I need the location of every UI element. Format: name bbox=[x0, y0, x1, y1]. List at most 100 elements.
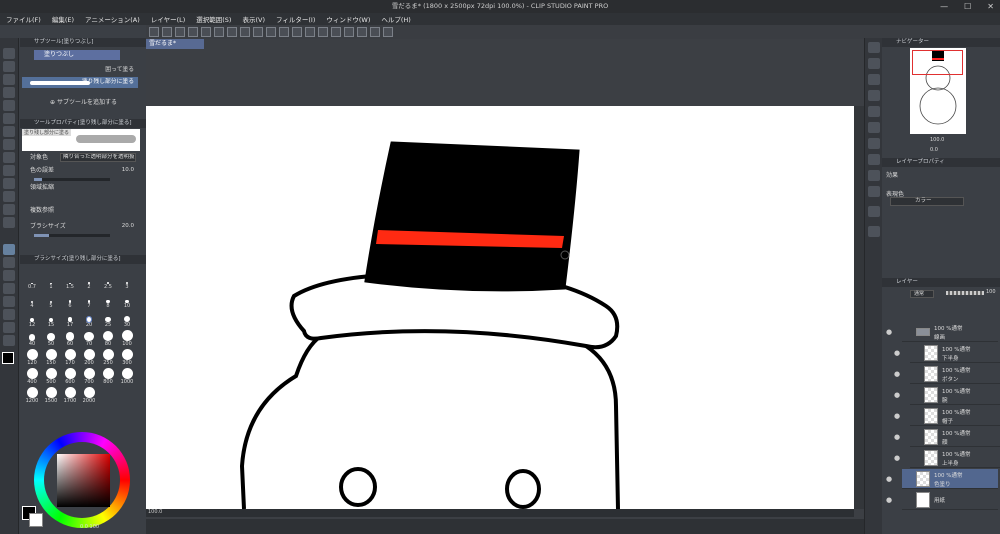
snap-ruler-icon[interactable] bbox=[318, 27, 328, 37]
layer-row[interactable]: ● 用紙 bbox=[886, 490, 998, 510]
brush-size-option[interactable]: 300 bbox=[118, 349, 136, 366]
menu-file[interactable]: ファイル(F) bbox=[6, 14, 41, 24]
material-5-icon[interactable] bbox=[868, 138, 880, 149]
snap-grid-icon[interactable] bbox=[331, 27, 341, 37]
navigator-thumbnail[interactable] bbox=[910, 48, 966, 134]
brush-size-option[interactable]: 170 bbox=[61, 349, 79, 366]
menu-filter[interactable]: フィルター(I) bbox=[276, 14, 315, 24]
blend-tool-icon[interactable] bbox=[3, 204, 15, 215]
brush-size-option[interactable]: 1000 bbox=[118, 368, 136, 385]
add-subtool-button[interactable]: ⊕ サブツールを追加する bbox=[50, 97, 117, 106]
material-8-icon[interactable] bbox=[868, 186, 880, 197]
layer-row[interactable]: ● 100 %通常腕 bbox=[894, 385, 1000, 405]
menu-help[interactable]: ヘルプ(H) bbox=[381, 14, 410, 24]
correct-line-tool-icon[interactable] bbox=[3, 335, 15, 346]
eraser-tool-icon[interactable] bbox=[3, 191, 15, 202]
brush-size-option[interactable]: 2000 bbox=[80, 387, 98, 404]
save-icon[interactable] bbox=[175, 27, 185, 37]
brush-size-option[interactable]: 100 bbox=[118, 330, 136, 347]
gradient-tool-icon[interactable] bbox=[3, 257, 15, 268]
material-6-icon[interactable] bbox=[868, 154, 880, 165]
brush-size-option[interactable]: 800 bbox=[99, 368, 117, 385]
ruler-tool-icon[interactable] bbox=[3, 296, 15, 307]
brush-size-value[interactable]: 20.0 bbox=[122, 221, 134, 232]
settings-icon[interactable] bbox=[383, 27, 393, 37]
brush-size-option[interactable]: 10 bbox=[118, 292, 136, 309]
sub-color-swatch[interactable] bbox=[29, 513, 43, 527]
brush-size-option[interactable]: 15 bbox=[42, 311, 60, 328]
horizontal-scrollbar[interactable]: 100.0 bbox=[146, 509, 854, 517]
brush-size-option[interactable]: 250 bbox=[99, 349, 117, 366]
tolerance-value[interactable]: 10.0 bbox=[122, 165, 134, 176]
brush-size-option[interactable]: 3 bbox=[118, 273, 136, 290]
brush-size-option[interactable]: 400 bbox=[23, 368, 41, 385]
material-7-icon[interactable] bbox=[868, 170, 880, 181]
document-tab[interactable]: 雪だるま* bbox=[146, 39, 204, 49]
figure-tool-icon[interactable] bbox=[3, 270, 15, 281]
brush-size-slider[interactable] bbox=[34, 234, 110, 237]
navigator-icon[interactable] bbox=[868, 42, 880, 53]
visibility-eye-icon[interactable]: ● bbox=[894, 412, 900, 420]
brush-size-option[interactable]: 600 bbox=[61, 368, 79, 385]
navigator-angle-value[interactable]: 0.0 bbox=[930, 147, 938, 153]
layer-folder[interactable]: ● 100 %通常 線画 bbox=[886, 322, 998, 342]
visibility-eye-icon[interactable]: ● bbox=[886, 496, 892, 504]
expand-label[interactable]: 領域拡縮 bbox=[30, 182, 54, 193]
visibility-eye-icon[interactable]: ● bbox=[894, 370, 900, 378]
brush-size-option[interactable]: 12 bbox=[23, 311, 41, 328]
brush-size-option[interactable]: 25 bbox=[99, 311, 117, 328]
airbrush-tool-icon[interactable] bbox=[3, 165, 15, 176]
brush-size-option[interactable]: 80 bbox=[99, 330, 117, 347]
brush-size-option[interactable]: 1200 bbox=[23, 387, 41, 404]
material-3-icon[interactable] bbox=[868, 106, 880, 117]
hand-tool-icon[interactable] bbox=[3, 61, 15, 72]
visibility-eye-icon[interactable]: ● bbox=[894, 391, 900, 399]
brush-size-option[interactable]: 120 bbox=[23, 349, 41, 366]
canvas[interactable] bbox=[146, 106, 854, 510]
brush-size-option[interactable]: 200 bbox=[80, 349, 98, 366]
visibility-eye-icon[interactable]: ● bbox=[894, 454, 900, 462]
eyedropper-icon[interactable] bbox=[3, 113, 15, 124]
brush-size-option[interactable]: 70 bbox=[80, 330, 98, 347]
color-square[interactable] bbox=[57, 454, 110, 507]
pen-icon[interactable] bbox=[370, 27, 380, 37]
menu-selection[interactable]: 選択範囲(S) bbox=[196, 14, 231, 24]
material-10-icon[interactable] bbox=[868, 226, 880, 237]
brush-size-option[interactable]: 0.7 bbox=[23, 273, 41, 290]
menu-edit[interactable]: 編集(E) bbox=[52, 14, 74, 24]
invert-selection-icon[interactable] bbox=[305, 27, 315, 37]
multi-ref-label[interactable]: 複数参照 bbox=[30, 205, 54, 216]
frame-tool-icon[interactable] bbox=[3, 283, 15, 294]
brush-size-option[interactable]: 4 bbox=[23, 292, 41, 309]
selection-tool-icon[interactable] bbox=[3, 217, 15, 228]
close-button[interactable]: ✕ bbox=[987, 2, 994, 11]
visibility-eye-icon[interactable]: ● bbox=[886, 475, 892, 483]
brush-size-option[interactable]: 5 bbox=[42, 292, 60, 309]
redo-icon[interactable] bbox=[214, 27, 224, 37]
brush-size-option[interactable]: 30 bbox=[118, 311, 136, 328]
brush-size-option[interactable]: 2 bbox=[80, 273, 98, 290]
select-all-icon[interactable] bbox=[292, 27, 302, 37]
visibility-eye-icon[interactable]: ● bbox=[894, 349, 900, 357]
material-2-icon[interactable] bbox=[868, 90, 880, 101]
brush-tool-icon[interactable] bbox=[3, 152, 15, 163]
layer-row[interactable]: ● 100 %通常 帽子 bbox=[894, 406, 1000, 426]
sub-view-icon[interactable] bbox=[868, 58, 880, 69]
target-color-select[interactable]: 隣り合った透明部分を透明扱い bbox=[60, 153, 136, 162]
material-icon[interactable] bbox=[868, 74, 880, 85]
brush-size-option[interactable]: 2.5 bbox=[99, 273, 117, 290]
brush-size-option[interactable]: 20 bbox=[80, 311, 98, 328]
clear-outside-icon[interactable] bbox=[240, 27, 250, 37]
opacity-slider[interactable] bbox=[946, 291, 984, 295]
expression-color-select[interactable]: カラー bbox=[890, 197, 964, 206]
subtool-item[interactable]: 囲って塗る bbox=[22, 65, 138, 76]
brush-size-option[interactable]: 40 bbox=[23, 330, 41, 347]
visibility-eye-icon[interactable]: ● bbox=[894, 433, 900, 441]
menu-window[interactable]: ウィンドウ(W) bbox=[326, 14, 370, 24]
brush-size-option[interactable]: 1.5 bbox=[61, 273, 79, 290]
menu-animation[interactable]: アニメーション(A) bbox=[85, 14, 140, 24]
navigator-zoom-value[interactable]: 100.0 bbox=[930, 137, 944, 143]
new-file-icon[interactable] bbox=[149, 27, 159, 37]
subtool-item-selected[interactable]: 塗り残し部分に塗る bbox=[22, 77, 138, 88]
edit-icon[interactable] bbox=[357, 27, 367, 37]
